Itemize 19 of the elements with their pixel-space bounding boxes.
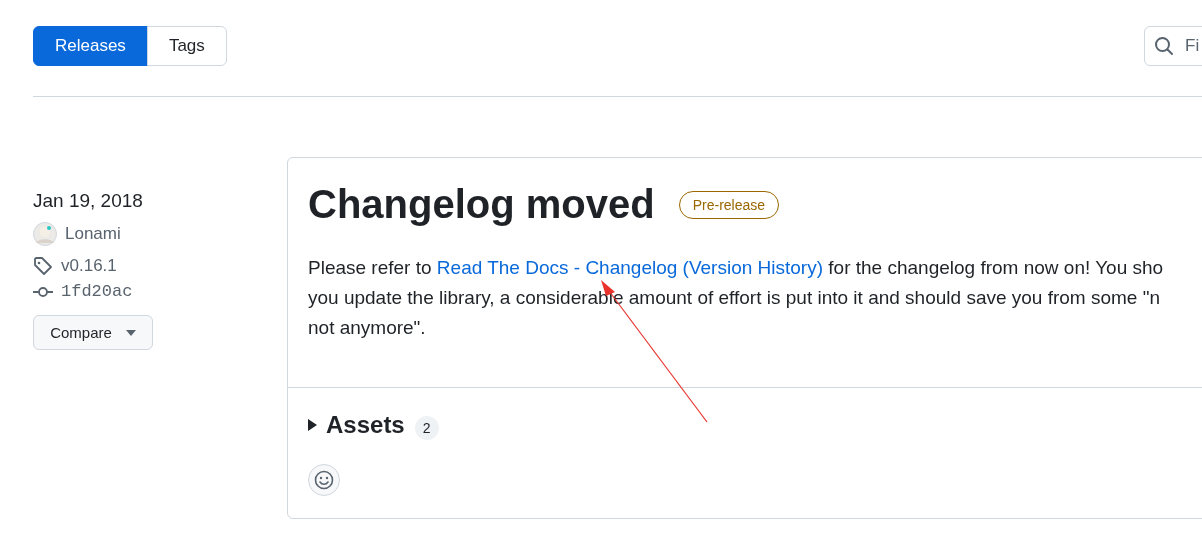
release-title: Changelog moved bbox=[308, 182, 655, 227]
compare-button[interactable]: Compare bbox=[33, 315, 153, 350]
release-date: Jan 19, 2018 bbox=[33, 190, 143, 212]
author-link[interactable]: Lonami bbox=[65, 224, 121, 244]
commit-icon bbox=[33, 285, 53, 298]
caret-icon bbox=[125, 329, 136, 336]
caret-right-icon[interactable] bbox=[308, 419, 318, 431]
search-field[interactable]: Fi bbox=[1144, 26, 1202, 66]
add-reaction-button[interactable] bbox=[308, 464, 340, 496]
commit-link[interactable]: 1fd20ac bbox=[61, 282, 133, 301]
tag-icon bbox=[33, 256, 53, 276]
docs-link[interactable]: Read The Docs - Changelog (Version History) bbox=[436, 257, 823, 278]
smiley-icon bbox=[314, 470, 334, 490]
assets-heading[interactable]: Assets bbox=[326, 411, 405, 439]
tab[interactable]: Releases bbox=[33, 26, 148, 66]
avatar bbox=[33, 222, 57, 246]
tag-link[interactable]: v0.16.1 bbox=[61, 256, 117, 276]
assets-count: 2 bbox=[414, 416, 439, 440]
tab[interactable]: Tags bbox=[146, 26, 227, 66]
